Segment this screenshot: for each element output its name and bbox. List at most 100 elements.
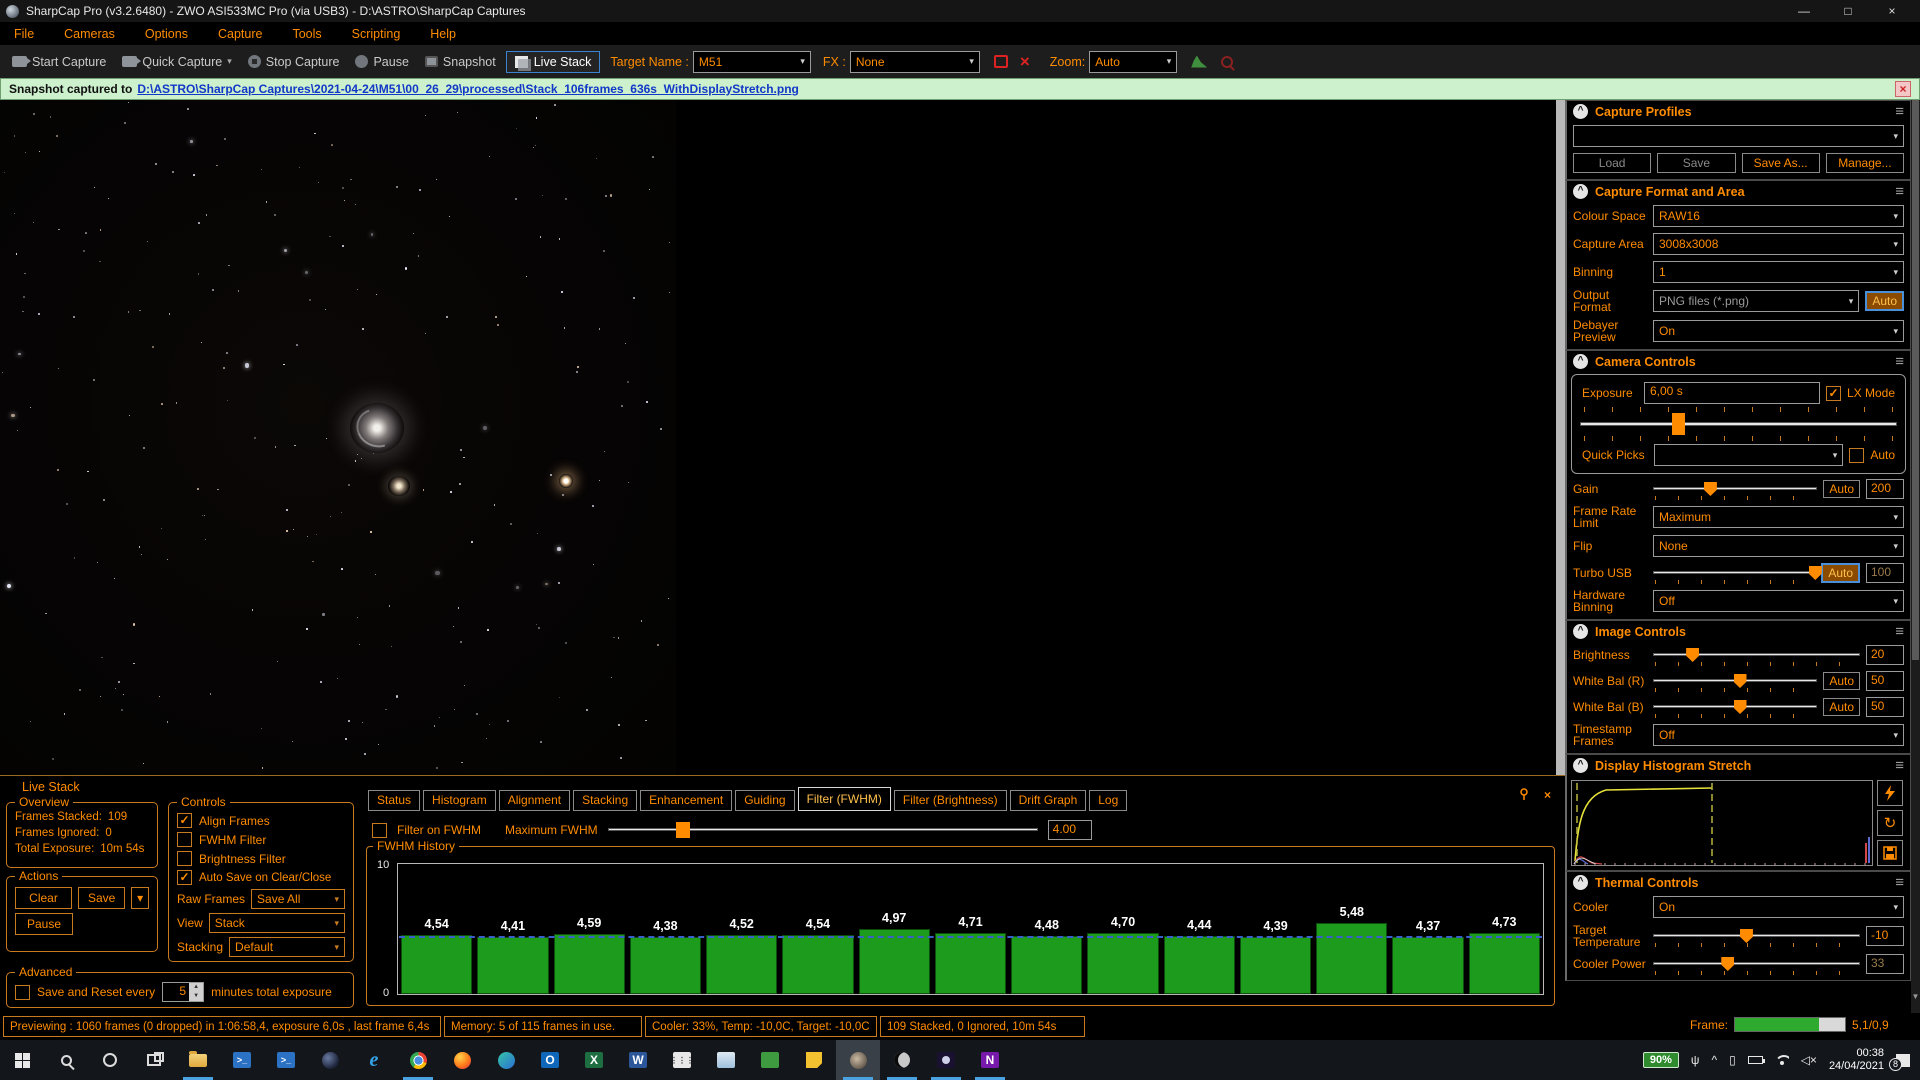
- tab-log[interactable]: Log: [1089, 790, 1127, 811]
- menu-capture[interactable]: Capture: [218, 27, 262, 41]
- hardware-binning-select[interactable]: Off▾: [1653, 590, 1904, 612]
- exposure-slider[interactable]: [1580, 407, 1897, 441]
- profile-save-as-button[interactable]: Save As...: [1742, 153, 1820, 173]
- turbo-usb-slider[interactable]: [1653, 565, 1815, 581]
- quick-picks-auto-checkbox[interactable]: [1849, 448, 1864, 463]
- flip-select[interactable]: None▾: [1653, 535, 1904, 557]
- tab-histogram[interactable]: Histogram: [423, 790, 496, 811]
- battery-icon[interactable]: [1748, 1056, 1763, 1064]
- colour-space-select[interactable]: RAW16▾: [1653, 205, 1904, 227]
- collapse-icon[interactable]: ^: [1573, 104, 1588, 119]
- hamburger-icon[interactable]: ≡: [1895, 187, 1904, 197]
- start-capture-button[interactable]: Start Capture: [6, 52, 112, 72]
- collapse-icon[interactable]: ^: [1573, 758, 1588, 773]
- menu-options[interactable]: Options: [145, 27, 188, 41]
- sticky-notes-button[interactable]: [792, 1040, 836, 1080]
- notes-app-button[interactable]: [704, 1040, 748, 1080]
- chevron-down-icon[interactable]: ▼: [1911, 992, 1920, 1001]
- chrome-button[interactable]: [396, 1040, 440, 1080]
- pause-button[interactable]: Pause: [349, 52, 414, 72]
- hidden-icons-chevron[interactable]: ^: [1711, 1053, 1717, 1067]
- fx-select[interactable]: None ▾: [850, 51, 980, 73]
- brightness-value[interactable]: 20: [1866, 645, 1904, 665]
- word-button[interactable]: W: [616, 1040, 660, 1080]
- output-format-auto-button[interactable]: Auto: [1865, 291, 1904, 311]
- clear-button[interactable]: Clear: [15, 887, 72, 909]
- firefox-button[interactable]: [440, 1040, 484, 1080]
- stacking-select[interactable]: Default▾: [229, 937, 345, 957]
- target-temperature-slider[interactable]: [1653, 928, 1860, 944]
- maximize-button[interactable]: □: [1826, 0, 1870, 22]
- raw-frames-select[interactable]: Save All▾: [251, 889, 345, 909]
- tab-enhancement[interactable]: Enhancement: [640, 790, 732, 811]
- tab-guiding[interactable]: Guiding: [735, 790, 794, 811]
- edge-button[interactable]: [484, 1040, 528, 1080]
- settings-scrollbar[interactable]: ▼: [1911, 100, 1920, 1013]
- exposure-slider-thumb[interactable]: [1672, 413, 1685, 435]
- zoom-select[interactable]: Auto ▾: [1089, 51, 1177, 73]
- target-temperature-value[interactable]: -10: [1866, 926, 1904, 946]
- battery-saver-badge[interactable]: 90%: [1643, 1052, 1679, 1068]
- chevron-down-icon[interactable]: ▾: [227, 56, 232, 67]
- start-button[interactable]: [0, 1040, 44, 1080]
- collapse-icon[interactable]: ^: [1573, 184, 1588, 199]
- white-bal-b-slider[interactable]: [1653, 699, 1817, 715]
- auto-stretch-button[interactable]: [1877, 780, 1903, 806]
- astro-app-button[interactable]: [308, 1040, 352, 1080]
- menu-scripting[interactable]: Scripting: [352, 27, 401, 41]
- stepper-arrows-icon[interactable]: ▲▼: [189, 983, 203, 1001]
- close-button[interactable]: ×: [1870, 0, 1914, 22]
- tab-drift-graph[interactable]: Drift Graph: [1010, 790, 1087, 811]
- save-dropdown-button[interactable]: ▾: [131, 887, 149, 909]
- white-bal-r-slider[interactable]: [1653, 673, 1817, 689]
- white-bal-r-value[interactable]: 50: [1866, 671, 1904, 691]
- powershell-button[interactable]: >_: [220, 1040, 264, 1080]
- save-button[interactable]: Save: [78, 887, 125, 909]
- quick-picks-select[interactable]: ▾: [1654, 444, 1843, 466]
- utility-app-button[interactable]: [748, 1040, 792, 1080]
- menu-file[interactable]: File: [14, 27, 34, 41]
- brightness-filter-checkbox[interactable]: [177, 851, 192, 866]
- profile-select[interactable]: ▾: [1573, 125, 1904, 147]
- excel-button[interactable]: X: [572, 1040, 616, 1080]
- cortana-button[interactable]: [88, 1040, 132, 1080]
- cooler-select[interactable]: On▾: [1653, 896, 1904, 918]
- gain-slider[interactable]: [1653, 481, 1817, 497]
- profile-load-button[interactable]: Load: [1573, 153, 1651, 173]
- menu-tools[interactable]: Tools: [292, 27, 321, 41]
- exposure-input[interactable]: 6,00 s: [1644, 382, 1820, 404]
- notification-close-icon[interactable]: ×: [1895, 81, 1911, 97]
- view-select[interactable]: Stack▾: [209, 913, 345, 933]
- stellarium-button[interactable]: [924, 1040, 968, 1080]
- phone-icon[interactable]: ▯: [1729, 1053, 1736, 1067]
- binning-select[interactable]: 1▾: [1653, 261, 1904, 283]
- menu-cameras[interactable]: Cameras: [64, 27, 115, 41]
- viewport-scrollbar[interactable]: [1556, 100, 1565, 775]
- reset-stretch-button[interactable]: ↻: [1877, 810, 1903, 836]
- debayer-preview-select[interactable]: On▾: [1653, 320, 1904, 342]
- taskbar-clock[interactable]: 00:38 24/04/2021: [1829, 1047, 1884, 1073]
- live-stack-button[interactable]: Live Stack: [506, 51, 601, 73]
- hamburger-icon[interactable]: ≡: [1895, 107, 1904, 117]
- profile-manage-button[interactable]: Manage...: [1826, 153, 1904, 173]
- pause-stack-button[interactable]: Pause: [15, 913, 73, 935]
- capture-area-select[interactable]: 3008x3008▾: [1653, 233, 1904, 255]
- maximum-fwhm-slider[interactable]: [608, 822, 1038, 838]
- volume-muted-icon[interactable]: ◁×: [1801, 1053, 1817, 1067]
- frame-rate-select[interactable]: Maximum▾: [1653, 506, 1904, 528]
- minimize-button[interactable]: —: [1782, 0, 1826, 22]
- starfield[interactable]: [0, 100, 676, 775]
- tab-status[interactable]: Status: [368, 790, 420, 811]
- snapshot-path-link[interactable]: D:\ASTRO\SharpCap Captures\2021-04-24\M5…: [137, 82, 799, 96]
- calculator-button[interactable]: ⋮⋮⋮: [660, 1040, 704, 1080]
- outlook-button[interactable]: O: [528, 1040, 572, 1080]
- collapse-icon[interactable]: ^: [1573, 624, 1588, 639]
- powershell-2-button[interactable]: >_: [264, 1040, 308, 1080]
- moon-app-button[interactable]: [880, 1040, 924, 1080]
- brightness-slider[interactable]: [1653, 647, 1860, 663]
- timestamp-frames-select[interactable]: Off▾: [1653, 724, 1904, 746]
- maximum-fwhm-value[interactable]: 4.00: [1048, 820, 1092, 840]
- tab-filter-brightness[interactable]: Filter (Brightness): [894, 790, 1007, 811]
- clear-selection-icon[interactable]: ×: [1020, 55, 1030, 68]
- turbo-usb-auto-button[interactable]: Auto: [1821, 563, 1860, 583]
